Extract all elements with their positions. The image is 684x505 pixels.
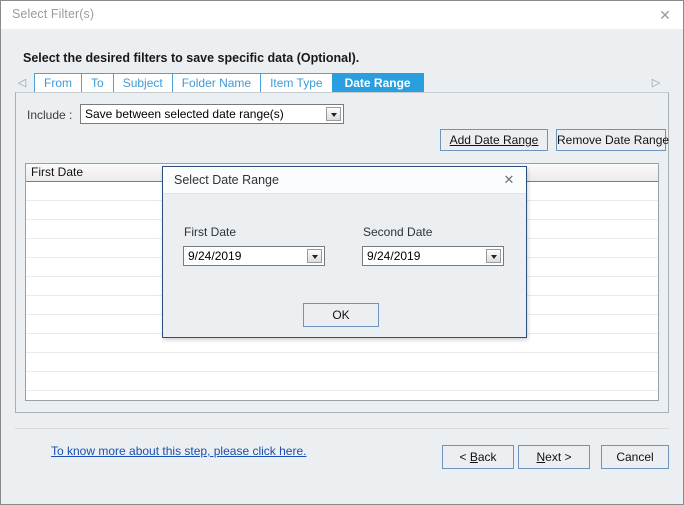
first-date-value: 9/24/2019 (188, 249, 242, 263)
add-date-range-button[interactable]: Add Date Range (440, 129, 548, 151)
tab-scroll-left-icon[interactable]: ◁ (15, 76, 29, 92)
window-title: Select Filter(s) (12, 7, 95, 21)
remove-date-range-button[interactable]: Remove Date Range (556, 129, 669, 151)
dialog-titlebar: Select Date Range ✕ (163, 167, 526, 194)
footer-separator (15, 428, 669, 429)
select-filters-window: Select Filter(s) ✕ Select the desired fi… (0, 0, 684, 505)
page-title: Select the desired filters to save speci… (23, 51, 360, 65)
back-button[interactable]: < Back (442, 445, 514, 469)
tab-date-range[interactable]: Date Range (331, 73, 424, 93)
table-row[interactable] (26, 353, 658, 372)
include-dropdown[interactable]: Save between selected date range(s) (80, 104, 344, 124)
help-link[interactable]: To know more about this step, please cli… (51, 444, 306, 458)
select-date-range-dialog: Select Date Range ✕ First Date 9/24/2019… (162, 166, 527, 338)
first-date-label: First Date (184, 225, 237, 239)
next-button[interactable]: Next > (518, 445, 590, 469)
tab-subject[interactable]: Subject (112, 73, 172, 93)
dialog-title: Select Date Range (174, 173, 279, 187)
list-column-first-date[interactable]: First Date (31, 165, 83, 179)
back-button-mnemonic: B (469, 450, 478, 464)
close-icon[interactable]: ✕ (500, 171, 518, 189)
include-dropdown-value: Save between selected date range(s) (85, 107, 284, 121)
tab-item-type[interactable]: Item Type (260, 73, 332, 93)
second-date-label: Second Date (363, 225, 433, 239)
table-row[interactable] (26, 391, 658, 400)
chevron-down-icon[interactable] (326, 107, 341, 121)
chevron-down-icon[interactable] (307, 249, 322, 263)
first-date-picker[interactable]: 9/24/2019 (183, 246, 325, 266)
tabstrip: ◁ ▷ From To Subject Folder Name Item Typ… (15, 73, 669, 93)
tab-folder-name[interactable]: Folder Name (171, 73, 261, 93)
second-date-value: 9/24/2019 (367, 249, 421, 263)
tab-to[interactable]: To (81, 73, 113, 93)
next-button-mnemonic: N (536, 450, 546, 464)
second-date-picker[interactable]: 9/24/2019 (362, 246, 504, 266)
tab-list: From To Subject Folder Name Item Type Da… (34, 73, 424, 93)
cancel-button[interactable]: Cancel (601, 445, 669, 469)
close-icon[interactable]: ✕ (654, 5, 676, 25)
window-titlebar: Select Filter(s) ✕ (1, 1, 683, 30)
ok-button[interactable]: OK (303, 303, 379, 327)
add-date-range-button-label: Add Date Range (449, 133, 539, 147)
table-row[interactable] (26, 372, 658, 391)
tab-scroll-right-icon[interactable]: ▷ (649, 76, 663, 92)
tab-from[interactable]: From (34, 73, 81, 93)
chevron-down-icon[interactable] (486, 249, 501, 263)
include-label: Include : (27, 108, 73, 122)
